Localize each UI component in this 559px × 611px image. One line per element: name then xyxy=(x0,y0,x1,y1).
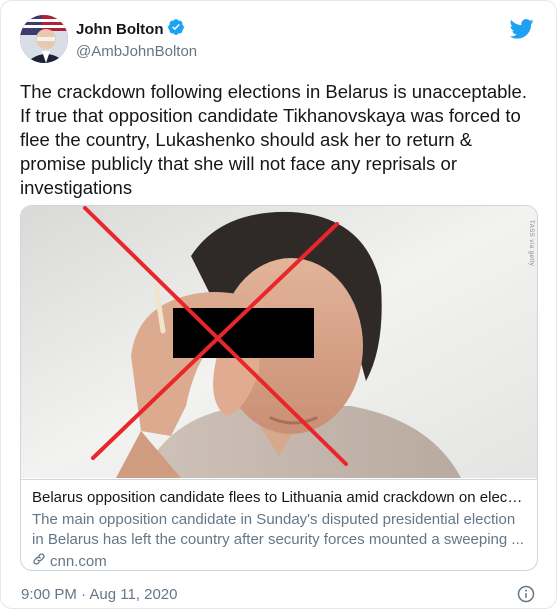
author-names: John Bolton @AmbJohnBolton xyxy=(76,18,197,60)
card-title[interactable]: Belarus opposition candidate flees to Li… xyxy=(32,488,526,508)
card-description: The main opposition candidate in Sunday'… xyxy=(32,511,524,548)
tweet-text: The crackdown following elections in Bel… xyxy=(20,81,527,198)
link-card[interactable]: TASS via getty Belarus opposition candid… xyxy=(20,205,538,571)
card-photo xyxy=(21,206,537,478)
card-domain[interactable]: cnn.com xyxy=(32,552,526,570)
verified-badge-icon xyxy=(167,18,185,41)
tweet-card: John Bolton @AmbJohnBolton The crackdown… xyxy=(0,0,557,609)
twitter-bird-icon[interactable] xyxy=(509,19,534,39)
info-icon[interactable] xyxy=(517,585,535,603)
display-name[interactable]: John Bolton xyxy=(76,21,163,38)
avatar[interactable] xyxy=(20,15,68,63)
display-name-row: John Bolton xyxy=(76,18,197,41)
author-handle[interactable]: @AmbJohnBolton xyxy=(76,43,197,60)
card-domain-text: cnn.com xyxy=(50,552,107,570)
tweet-header: John Bolton @AmbJohnBolton xyxy=(20,15,197,63)
card-image[interactable]: TASS via getty xyxy=(21,206,537,478)
tweet-timestamp[interactable]: 9:00 PM · Aug 11, 2020 xyxy=(21,586,178,603)
link-icon xyxy=(32,552,46,570)
photo-credit: TASS via getty xyxy=(528,220,534,267)
avatar-image xyxy=(20,15,68,63)
card-meta[interactable]: Belarus opposition candidate flees to Li… xyxy=(21,479,537,570)
